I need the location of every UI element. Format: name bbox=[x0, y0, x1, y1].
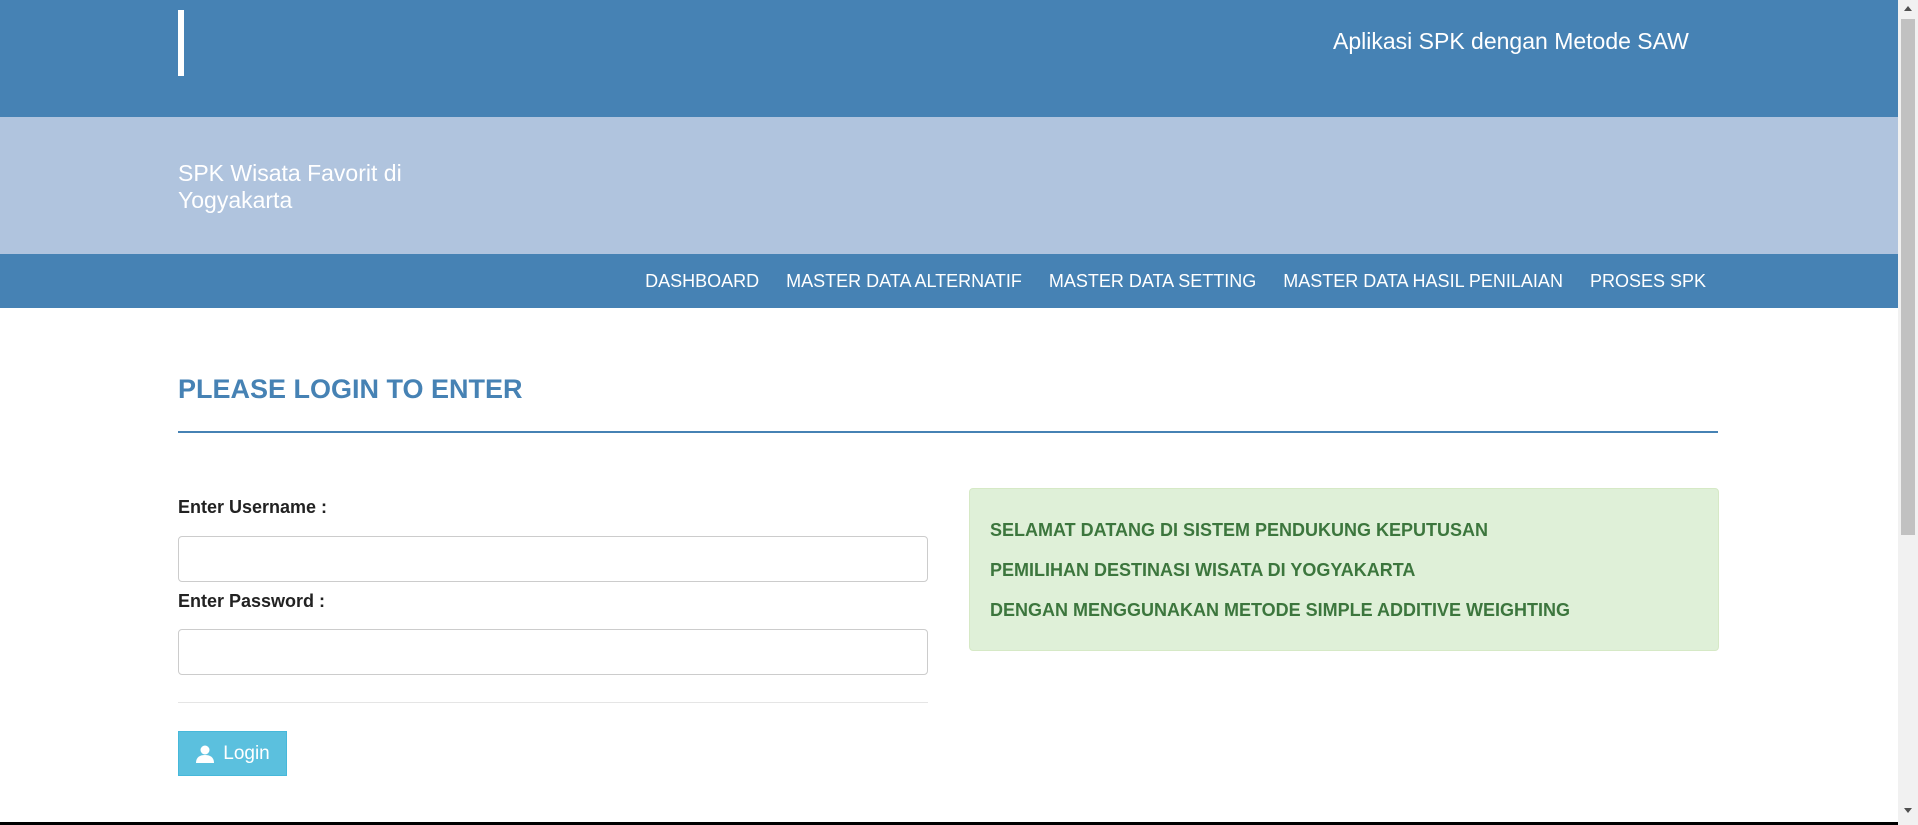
logo-bar bbox=[178, 10, 184, 76]
nav-master-data-alternatif[interactable]: MASTER DATA ALTERNATIF bbox=[786, 271, 1022, 292]
nav-master-data-setting[interactable]: MASTER DATA SETTING bbox=[1049, 271, 1256, 292]
top-header: Aplikasi SPK dengan Metode SAW bbox=[0, 0, 1898, 117]
login-button[interactable]: Login bbox=[178, 731, 287, 776]
login-heading: PLEASE LOGIN TO ENTER bbox=[178, 374, 523, 404]
app-title: Aplikasi SPK dengan Metode SAW bbox=[1333, 28, 1689, 54]
username-input[interactable] bbox=[178, 536, 928, 582]
nav-proses-spk[interactable]: PROSES SPK bbox=[1590, 271, 1706, 292]
scroll-down-arrow-icon[interactable] bbox=[1904, 808, 1912, 813]
welcome-line: PEMILIHAN DESTINASI WISATA DI YOGYAKARTA bbox=[990, 560, 1416, 580]
form-divider bbox=[178, 702, 928, 703]
heading-divider bbox=[178, 431, 1718, 433]
page: Aplikasi SPK dengan Metode SAW SPK Wisat… bbox=[0, 0, 1898, 825]
user-icon bbox=[195, 745, 215, 763]
welcome-line: DENGAN MENGGUNAKAN METODE SIMPLE ADDITIV… bbox=[990, 600, 1571, 620]
nav-dashboard[interactable]: DASHBOARD bbox=[645, 271, 759, 292]
welcome-line: SELAMAT DATANG DI SISTEM PENDUKUNG KEPUT… bbox=[990, 520, 1489, 540]
nav-master-data-hasil-penilaian[interactable]: MASTER DATA HASIL PENILAIAN bbox=[1283, 271, 1563, 292]
site-title: SPK Wisata Favorit di Yogyakarta bbox=[178, 160, 402, 213]
site-banner: SPK Wisata Favorit di Yogyakarta bbox=[0, 117, 1898, 254]
username-label: Enter Username : bbox=[178, 497, 328, 517]
password-label: Enter Password : bbox=[178, 591, 326, 611]
scroll-up-arrow-icon[interactable] bbox=[1904, 6, 1912, 11]
main-nav: DASHBOARD MASTER DATA ALTERNATIF MASTER … bbox=[0, 254, 1898, 308]
scrollbar-thumb[interactable] bbox=[1901, 19, 1915, 535]
vertical-scrollbar[interactable] bbox=[1898, 0, 1918, 825]
password-input[interactable] bbox=[178, 629, 928, 675]
login-button-label: Login bbox=[223, 742, 270, 764]
welcome-alert: SELAMAT DATANG DI SISTEM PENDUKUNG KEPUT… bbox=[969, 488, 1719, 651]
